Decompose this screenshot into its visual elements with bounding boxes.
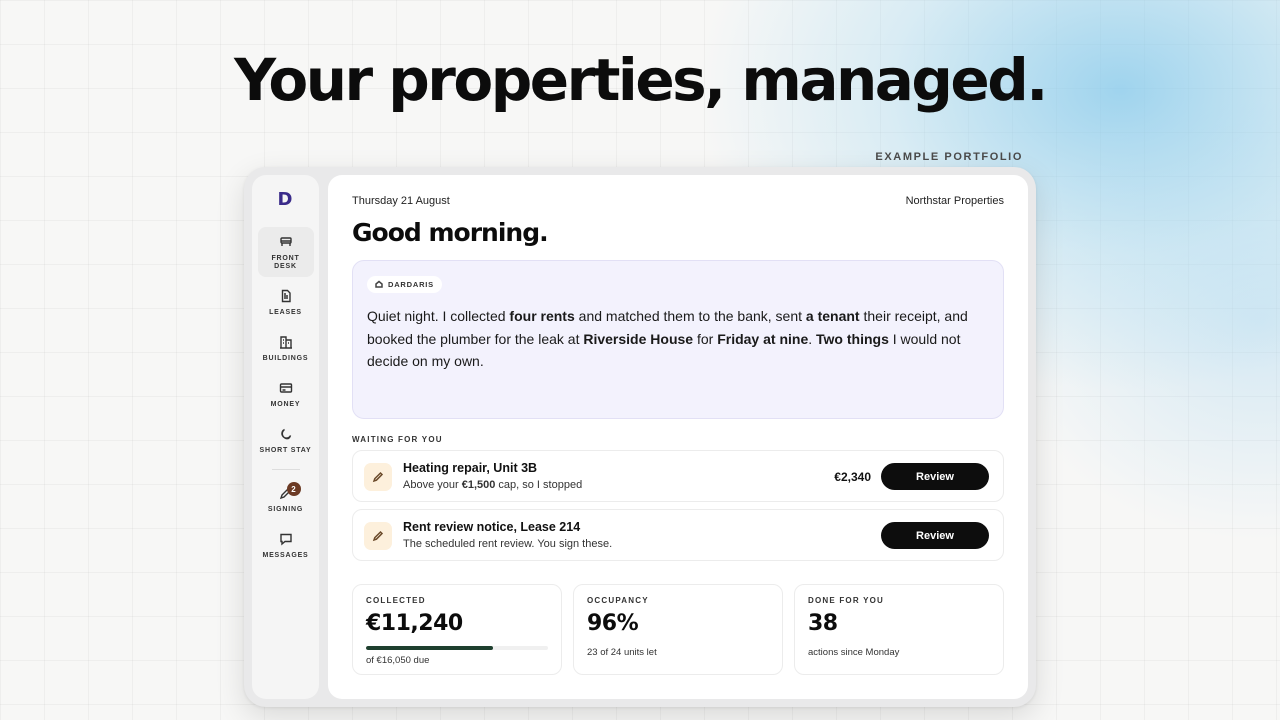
task-icon: [364, 463, 392, 491]
task-title: Rent review notice, Lease 214: [403, 520, 581, 534]
stat-value: 38: [808, 611, 838, 636]
stat-card-occupancy[interactable]: OCCUPANCY 96% 23 of 24 units let: [573, 584, 783, 675]
sidebar-item-leases[interactable]: LEASES: [258, 281, 314, 323]
sidebar-item-label: FRONT DESK: [271, 255, 300, 270]
stat-subtitle: actions since Monday: [808, 647, 900, 658]
sidebar-item-buildings[interactable]: BUILDINGS: [258, 327, 314, 369]
assistant-chip: DARDARIS: [367, 275, 442, 293]
summary-fragment: for: [693, 330, 718, 347]
stat-label: OCCUPANCY: [587, 596, 649, 605]
moon-icon: [280, 428, 291, 440]
current-date: Thursday 21 August: [352, 195, 450, 207]
task-subtitle-fragment: Above your: [403, 479, 462, 491]
example-portfolio-tag: EXAMPLE PORTFOLIO: [875, 151, 1023, 163]
task-subtitle: The scheduled rent review. You sign thes…: [403, 538, 613, 550]
task-amount: €2,340: [834, 470, 871, 484]
summary-highlight: four rents: [509, 308, 575, 324]
greeting-title: Good morning.: [352, 218, 549, 247]
app-window: D FRONT DESK LEASES BUILDINGS MONEY SHOR…: [244, 167, 1036, 707]
task-subtitle-fragment: cap, so I stopped: [495, 479, 583, 491]
sidebar-item-money[interactable]: MONEY: [258, 373, 314, 415]
pencil-icon: [372, 471, 384, 483]
sidebar-item-label: LEASES: [269, 309, 302, 316]
stat-subtitle: of €16,050 due: [366, 655, 430, 666]
collected-progress-bar: [366, 646, 548, 650]
sidebar-item-label: BUILDINGS: [262, 355, 309, 362]
front-desk-icon: [279, 237, 292, 246]
task-subtitle-highlight: €1,500: [461, 479, 496, 491]
hero-headline: Your properties, managed.: [234, 46, 1048, 114]
summary-highlight: Friday at nine: [717, 330, 809, 347]
sidebar-item-signing[interactable]: 2 SIGNING: [258, 478, 314, 520]
task-row-heating-repair[interactable]: Heating repair, Unit 3B Above your €1,50…: [352, 450, 1004, 502]
app-logo[interactable]: D: [278, 191, 294, 209]
stat-subtitle: 23 of 24 units let: [587, 647, 657, 658]
task-subtitle: Above your €1,500 cap, so I stopped: [403, 479, 582, 491]
sidebar-item-label: SIGNING: [267, 506, 304, 513]
stat-card-collected[interactable]: COLLECTED €11,240 of €16,050 due: [352, 584, 562, 675]
sidebar-item-label: MONEY: [270, 401, 301, 408]
summary-text: Quiet night. I collected four rents and …: [367, 305, 989, 373]
stat-value: 96%: [587, 611, 639, 636]
sidebar-item-front-desk[interactable]: FRONT DESK: [257, 227, 314, 277]
assistant-summary-card: DARDARIS Quiet night. I collected four r…: [352, 260, 1004, 419]
stat-label: DONE FOR YOU: [808, 596, 885, 605]
waiting-section-label: WAITING FOR YOU: [352, 435, 443, 444]
chat-icon: [279, 533, 292, 546]
stat-card-done-for-you[interactable]: DONE FOR YOU 38 actions since Monday: [794, 584, 1004, 675]
progress-fill: [366, 646, 494, 650]
summary-highlight: Riverside House: [583, 330, 694, 347]
company-name[interactable]: Northstar Properties: [906, 195, 1004, 207]
task-icon: [364, 522, 392, 550]
signing-count-badge: 2: [286, 482, 301, 496]
summary-fragment: and matched them to the bank, sent: [574, 308, 806, 324]
task-title: Heating repair, Unit 3B: [403, 461, 538, 475]
review-button[interactable]: Review: [881, 522, 989, 549]
pencil-icon: [372, 530, 384, 542]
sidebar-item-messages[interactable]: MESSAGES: [258, 524, 314, 566]
summary-fragment: Quiet night. I collected: [367, 308, 510, 324]
sidebar-divider: [271, 469, 300, 470]
summary-highlight: Two things: [816, 330, 889, 347]
buildings-icon: [279, 336, 292, 349]
sidebar-item-short-stay[interactable]: SHORT STAY: [258, 419, 314, 461]
sidebar-item-label: MESSAGES: [262, 552, 309, 559]
stat-value: €11,240: [366, 611, 463, 636]
assistant-name: DARDARIS: [388, 279, 434, 289]
card-icon: [279, 383, 292, 393]
review-button[interactable]: Review: [881, 463, 989, 490]
sidebar: D FRONT DESK LEASES BUILDINGS MONEY SHOR…: [252, 175, 319, 699]
document-icon: [281, 289, 291, 303]
summary-fragment: .: [808, 330, 817, 347]
stat-label: COLLECTED: [366, 596, 426, 605]
task-row-rent-review[interactable]: Rent review notice, Lease 214 The schedu…: [352, 509, 1004, 561]
home-icon: [375, 280, 383, 288]
main-panel: Thursday 21 August Northstar Properties …: [328, 175, 1028, 699]
sidebar-item-label: SHORT STAY: [259, 447, 312, 454]
summary-highlight: a tenant: [805, 308, 860, 324]
signing-icon-wrap: 2: [279, 482, 301, 500]
